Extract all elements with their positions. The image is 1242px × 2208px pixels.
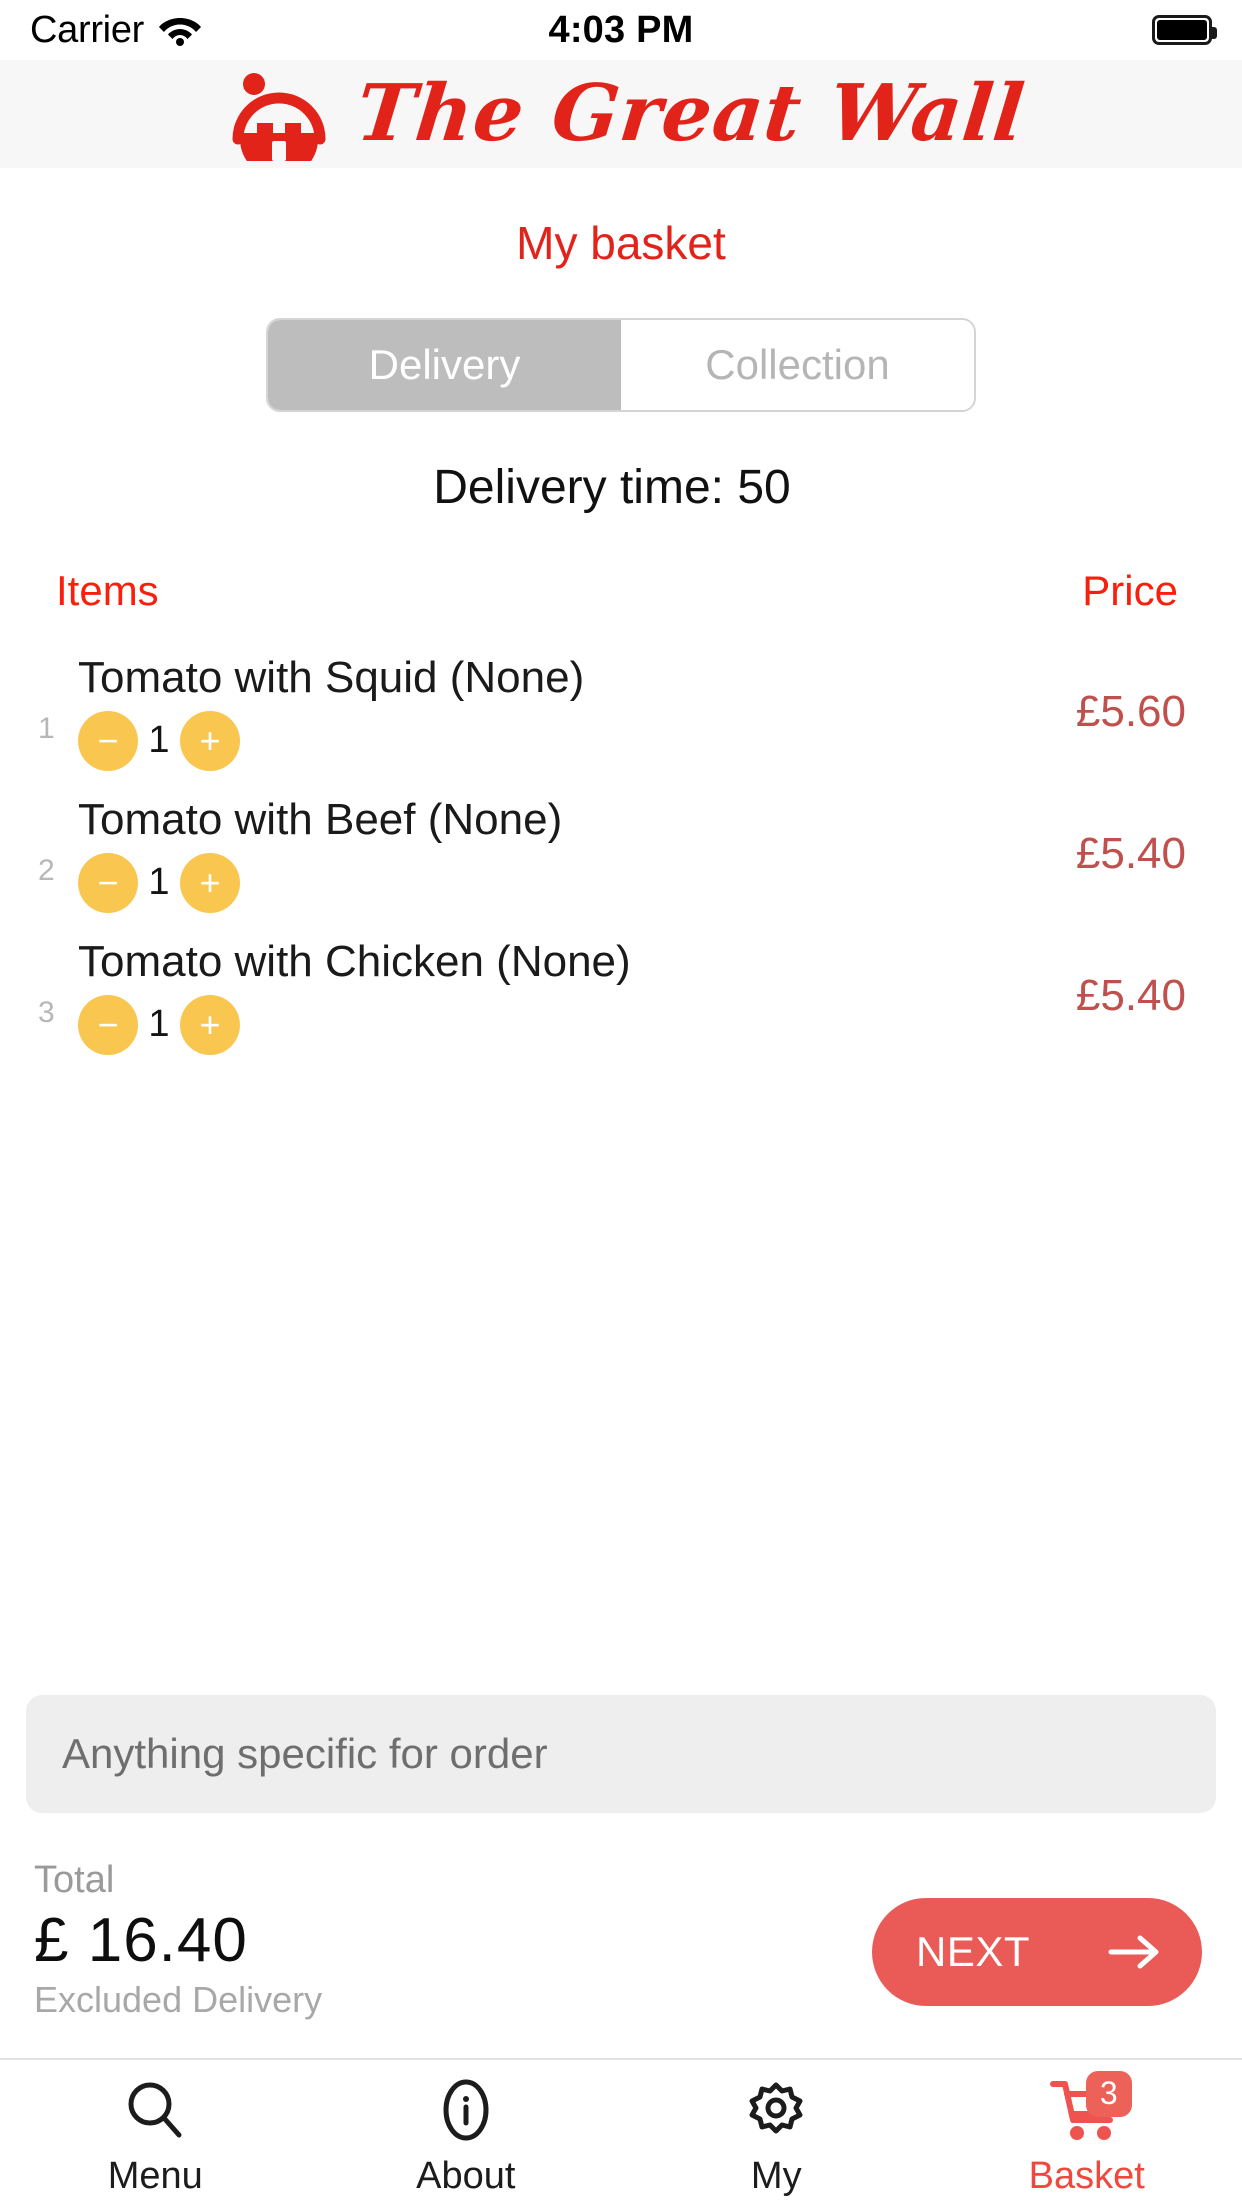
- brand-name: The Great Wall: [352, 68, 1030, 159]
- quantity-value: 1: [148, 1003, 170, 1046]
- decrement-button[interactable]: −: [78, 994, 138, 1055]
- total-amount: £ 16.40: [34, 1906, 248, 1976]
- tab-menu[interactable]: Menu: [0, 2060, 311, 2208]
- item-price: £5.60: [1075, 687, 1186, 736]
- table-row: 3 Tomato with Chicken (None) − 1 + £5.40: [0, 925, 1242, 1067]
- quantity-value: 1: [148, 861, 170, 904]
- decrement-button[interactable]: −: [78, 710, 138, 771]
- status-bar-clock: 4:03 PM: [548, 8, 694, 51]
- increment-button[interactable]: +: [180, 710, 240, 771]
- order-note-placeholder: Anything specific for order: [62, 1729, 548, 1777]
- arrow-right-icon: [1108, 1935, 1159, 1969]
- decrement-button[interactable]: −: [78, 852, 138, 913]
- row-index: 2: [38, 854, 55, 887]
- search-icon: [128, 2082, 182, 2137]
- quantity-stepper[interactable]: − 1 +: [78, 710, 1076, 771]
- status-bar-right: [1152, 15, 1217, 45]
- tab-basket[interactable]: 3 Basket: [932, 2060, 1242, 2208]
- basket-item-list: 1 Tomato with Squid (None) − 1 + £5.60 2…: [0, 641, 1242, 1067]
- total-label: Total: [34, 1858, 115, 1901]
- next-button[interactable]: NEXT: [872, 1898, 1202, 2006]
- column-header-price: Price: [1082, 567, 1178, 614]
- flex-spacer: [0, 1067, 1242, 1695]
- increment-button[interactable]: +: [180, 852, 240, 913]
- item-name: Tomato with Beef (None): [78, 795, 563, 845]
- segment-collection[interactable]: Collection: [621, 320, 974, 410]
- tab-my[interactable]: My: [621, 2060, 932, 2208]
- increment-button[interactable]: +: [180, 994, 240, 1055]
- bottom-tab-bar: Menu About My 3 Basket: [0, 2058, 1242, 2208]
- item-name: Tomato with Squid (None): [78, 653, 585, 703]
- order-note-field[interactable]: Anything specific for order: [26, 1694, 1216, 1813]
- tab-about-label: About: [416, 2154, 516, 2197]
- quantity-value: 1: [148, 719, 170, 762]
- next-button-label: NEXT: [916, 1928, 1031, 1975]
- tab-my-label: My: [750, 2154, 802, 2197]
- tab-menu-label: Menu: [107, 2154, 203, 2197]
- row-index: 3: [38, 996, 55, 1029]
- delivery-time-label: Delivery time: 50: [433, 461, 791, 514]
- order-summary-left: Total £ 16.40 Excluded Delivery: [34, 1857, 322, 2024]
- row-main: Tomato with Squid (None) − 1 +: [72, 653, 1076, 771]
- battery-full-icon: [1152, 15, 1217, 45]
- brand-header: The Great Wall: [0, 60, 1242, 168]
- fulfilment-segmented-control[interactable]: Delivery Collection: [266, 318, 976, 412]
- status-bar: Carrier 4:03 PM: [0, 0, 1242, 60]
- segment-delivery[interactable]: Delivery: [268, 320, 621, 410]
- quantity-stepper[interactable]: − 1 +: [78, 994, 1076, 1055]
- basket-badge: 3: [1085, 2070, 1132, 2117]
- table-row: 1 Tomato with Squid (None) − 1 + £5.60: [0, 641, 1242, 783]
- quantity-stepper[interactable]: − 1 +: [78, 852, 1076, 913]
- row-main: Tomato with Chicken (None) − 1 +: [72, 937, 1076, 1055]
- cart-icon-wrapper: 3: [1048, 2070, 1132, 2143]
- tab-about[interactable]: About: [311, 2060, 622, 2208]
- row-main: Tomato with Beef (None) − 1 +: [72, 795, 1076, 913]
- column-header-items: Items: [56, 567, 159, 614]
- table-row: 2 Tomato with Beef (None) − 1 + £5.40: [0, 783, 1242, 925]
- info-circle-icon: [443, 2079, 489, 2140]
- page-title: My basket: [516, 217, 726, 269]
- basket-table-header: Items Price: [0, 567, 1242, 615]
- gear-icon: [749, 2082, 803, 2133]
- app-root: Carrier 4:03 PM The Great Wall My basket…: [0, 0, 1242, 2208]
- order-summary: Total £ 16.40 Excluded Delivery NEXT: [0, 1813, 1242, 2024]
- item-price: £5.40: [1075, 829, 1186, 878]
- item-price: £5.40: [1075, 971, 1186, 1020]
- tab-basket-label: Basket: [1028, 2154, 1145, 2197]
- row-index: 1: [38, 712, 55, 745]
- item-name: Tomato with Chicken (None): [78, 937, 631, 987]
- total-note: Excluded Delivery: [34, 1979, 323, 2021]
- great-wall-logo-icon: [232, 73, 326, 161]
